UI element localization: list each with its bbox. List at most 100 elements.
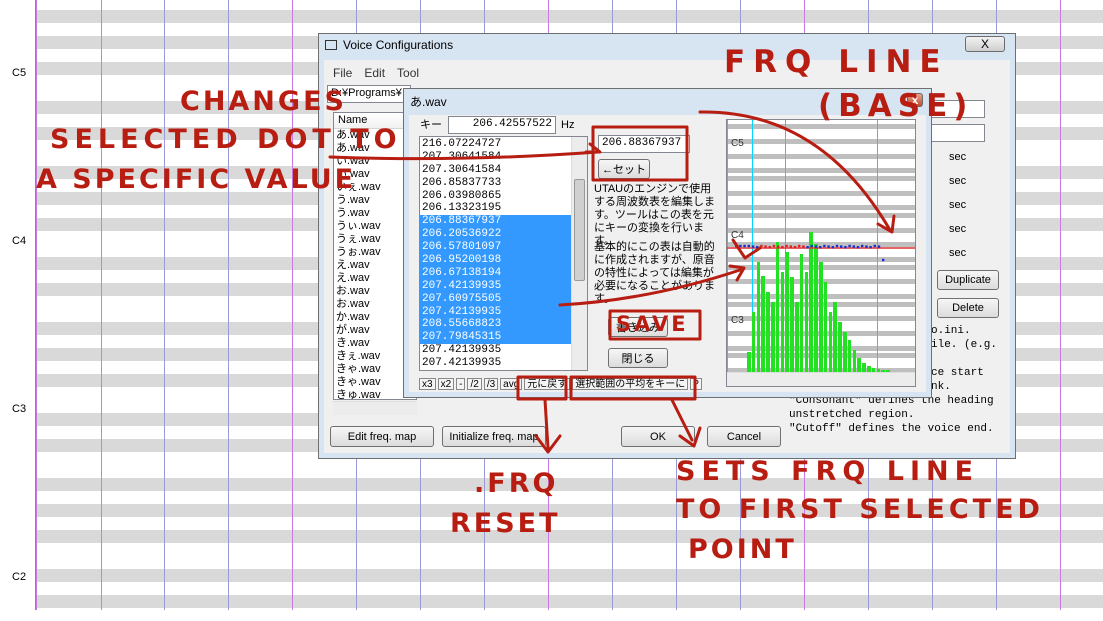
frequency-value-item[interactable]: 216.07224727 (420, 138, 571, 151)
frq-point (814, 245, 818, 248)
voice-config-close-button[interactable]: X (965, 36, 1005, 52)
annotation-frq-reset-1: .FRQ (474, 468, 559, 499)
frequency-value-item[interactable]: 207.42139935 (420, 344, 571, 357)
roll-row[interactable] (36, 543, 1103, 556)
help-button[interactable]: ? (690, 378, 702, 390)
menu-tool[interactable]: Tool (397, 66, 419, 80)
roll-row[interactable] (36, 595, 1103, 608)
set-button[interactable]: ←セット (598, 159, 650, 179)
frequency-value-item[interactable]: 207.60975505 (420, 292, 571, 306)
help-text-line: ile. (e.g. (931, 339, 998, 351)
roll-row[interactable] (36, 530, 1103, 543)
frq-point (827, 245, 830, 248)
frq-point (810, 244, 813, 248)
frq-point (835, 244, 839, 248)
roll-row[interactable] (36, 556, 1103, 569)
initialize-freq-map-button[interactable]: Initialize freq. map (442, 426, 546, 447)
frequency-value-item[interactable]: 206.57801097 (420, 241, 571, 255)
frq-point (785, 244, 788, 248)
frq-point (747, 244, 750, 248)
ok-button[interactable]: OK (621, 426, 695, 447)
annotation-sets-1: SETS FRQ LINE (676, 456, 980, 487)
annotation-sets-2: TO FIRST SELECTED (676, 494, 1044, 525)
frq-point (840, 245, 843, 248)
sec-unit-label: sec (949, 199, 967, 211)
frq-point (856, 246, 860, 249)
frq-point (743, 244, 746, 248)
frq-point (764, 245, 767, 248)
frq-point (823, 244, 826, 248)
frq-point (865, 245, 868, 248)
octave-label-c2: C2 (12, 571, 27, 583)
menu-edit[interactable]: Edit (364, 66, 385, 80)
frequency-value-item[interactable]: 206.88367937 (420, 215, 571, 229)
frequency-value-item[interactable]: 207.79845315 (420, 331, 571, 345)
sec-unit-label: sec (949, 175, 967, 187)
set-value-field[interactable]: 206.88367937 (598, 135, 690, 153)
tool-divide-2[interactable]: /2 (467, 378, 482, 390)
frq-point (848, 244, 851, 248)
frequency-value-item[interactable]: 207.42139935 (420, 305, 571, 319)
roll-row[interactable] (36, 0, 1103, 10)
voice-config-titlebar: Voice Configurations (325, 38, 453, 52)
frequency-graph[interactable]: C5C4C3C2 (726, 119, 916, 387)
description-2: 基本的にこの表は自動的に作成されますが、原音の特性によっては編集が必要になること… (594, 241, 715, 305)
file-list-hscroll[interactable] (333, 401, 417, 415)
frq-line-plot[interactable] (727, 120, 916, 387)
voice-field-2[interactable] (931, 124, 985, 142)
frq-point (882, 258, 885, 262)
key-frequency-field[interactable]: 206.42557522 (448, 116, 556, 134)
frequency-value-list[interactable]: 216.07224727 207.30641584 207.30641584 206.… (419, 136, 588, 371)
value-list-scroll-thumb[interactable] (574, 179, 585, 281)
frq-point (806, 246, 809, 249)
frequency-value-item[interactable]: 207.30641584 (420, 151, 571, 164)
frequency-value-item[interactable]: 207.42139935 (420, 357, 571, 370)
help-text-line: nk. (931, 381, 951, 393)
roll-beat-line (36, 0, 37, 610)
frq-point (819, 246, 822, 249)
tool-multiply-2[interactable]: x2 (437, 378, 455, 390)
cancel-button[interactable]: Cancel (707, 426, 781, 447)
window-icon (325, 40, 337, 50)
frequency-value-item[interactable]: 206.67138194 (420, 266, 571, 280)
revert-button[interactable]: 元に戻す (524, 378, 571, 390)
frq-point (861, 244, 864, 248)
edit-freq-map-button[interactable]: Edit freq. map (330, 426, 434, 447)
frq-point (831, 246, 834, 249)
frequency-value-item[interactable]: 206.13323195 (420, 202, 571, 215)
frequency-value-item[interactable]: 206.20536922 (420, 228, 571, 242)
value-list-scrollbar[interactable] (571, 137, 587, 370)
menu-file[interactable]: File (333, 66, 352, 80)
roll-row[interactable] (36, 10, 1103, 23)
frq-point (760, 244, 763, 248)
frequency-value-item[interactable]: 206.85837733 (420, 177, 571, 190)
set-average-as-key-button[interactable]: 選択範囲の平均をキーに (572, 378, 689, 390)
frq-point (739, 244, 742, 248)
frq-point (793, 246, 797, 249)
tool-average[interactable]: avg (500, 378, 523, 390)
roll-row[interactable] (36, 569, 1103, 582)
tool-minus[interactable]: - (456, 378, 466, 390)
sec-unit-label: sec (949, 247, 967, 259)
close-dialog-button[interactable]: 閉じる (608, 348, 668, 368)
frequency-value-item[interactable]: 206.95200198 (420, 254, 571, 267)
help-text-line: unstretched region. (789, 409, 915, 421)
delete-button[interactable]: Delete (937, 298, 999, 318)
frq-point (772, 244, 776, 248)
annotation-selected-dot: SELECTED DOT TO (50, 124, 402, 155)
voice-config-title: Voice Configurations (343, 38, 454, 52)
roll-beat-line (101, 0, 102, 610)
duplicate-button[interactable]: Duplicate (937, 270, 999, 290)
frq-point (735, 244, 738, 248)
description-1: UTAUのエンジンで使用する周波数表を編集します。ツールはこの表を元にキーの変換… (594, 183, 715, 247)
tool-divide-3[interactable]: /3 (483, 378, 499, 390)
frequency-value-item[interactable]: 208.55668823 (420, 318, 571, 332)
tool-multiply-3[interactable]: x3 (419, 378, 436, 390)
annotation-base: (BASE) (818, 88, 974, 124)
frequency-value-item[interactable]: 207.42139935 (420, 279, 571, 293)
roll-row[interactable] (36, 582, 1103, 595)
frequency-value-item[interactable]: 206.03980865 (420, 190, 571, 203)
annotation-specific-value: A SPECIFIC VALUE (36, 164, 357, 195)
frequency-value-item[interactable]: 207.30641584 (420, 164, 571, 177)
graph-hscroll[interactable] (727, 372, 915, 386)
